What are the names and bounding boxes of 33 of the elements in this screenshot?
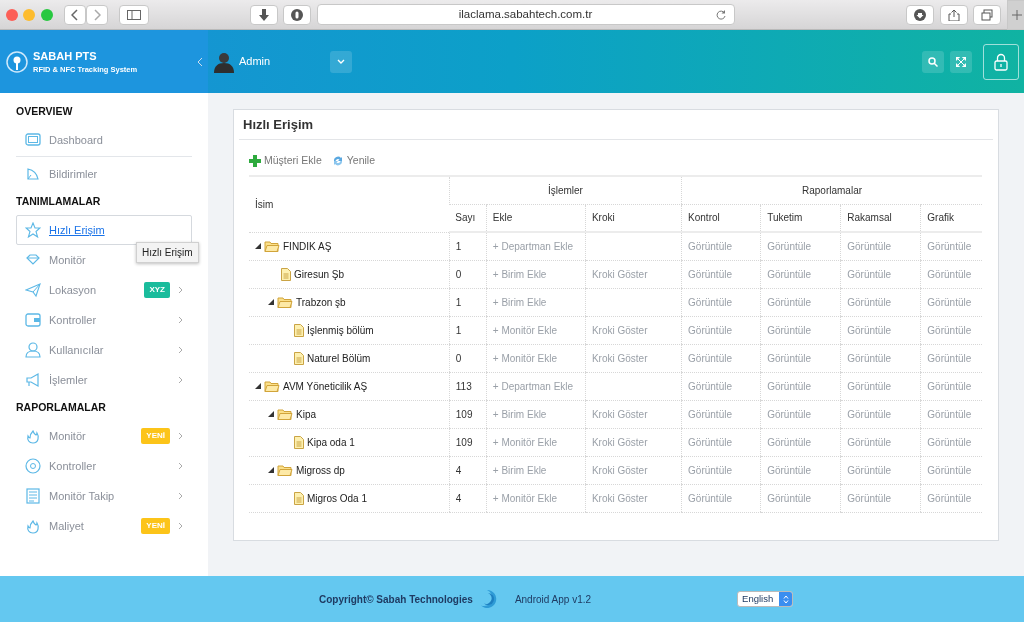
table-cell: 109 (449, 400, 487, 428)
column-group-header: İşlemler (449, 176, 682, 204)
user-name: Admin (239, 54, 271, 70)
column-header: Tuketim (760, 204, 841, 232)
section-heading: RAPORLAMALAR (16, 400, 107, 416)
table-cell: 109 (449, 428, 487, 456)
badge-label: YENİ (141, 428, 170, 444)
panel-title: Hızlı Erişim (239, 110, 993, 140)
badge-label: YENİ (141, 518, 170, 534)
column-header: Kroki (585, 204, 682, 232)
column-header: Kontrol (681, 204, 761, 232)
table-cell: 0 (449, 260, 487, 288)
column-header: İsim (249, 176, 450, 232)
column-header: Sayı (449, 204, 487, 232)
table-cell: 4 (449, 484, 487, 512)
column-header: Grafik (920, 204, 982, 232)
brand-name: SABAH PTS (33, 48, 98, 64)
table-cell: 1 (449, 288, 487, 316)
copyright-text: Copyright© Sabah Technologies (319, 592, 473, 607)
table-cell: 1 (449, 232, 487, 260)
table-cell: 113 (449, 372, 487, 400)
tooltip: Hızlı Erişim (136, 242, 199, 263)
table-cell: 4 (449, 456, 487, 484)
section-heading: TANIMLAMALAR (16, 194, 102, 210)
column-header: Ekle (486, 204, 586, 232)
url-text: ilaclama.sabahtech.com.tr (458, 6, 593, 22)
table-cell: 0 (449, 344, 487, 372)
section-heading: OVERVIEW (16, 104, 74, 120)
app-version: Android App v1.2 (514, 592, 592, 607)
column-group-header: Raporlamalar (681, 176, 982, 204)
badge-label: XYZ (144, 282, 170, 298)
column-header: Rakamsal (840, 204, 921, 232)
table-cell: 1 (449, 316, 487, 344)
